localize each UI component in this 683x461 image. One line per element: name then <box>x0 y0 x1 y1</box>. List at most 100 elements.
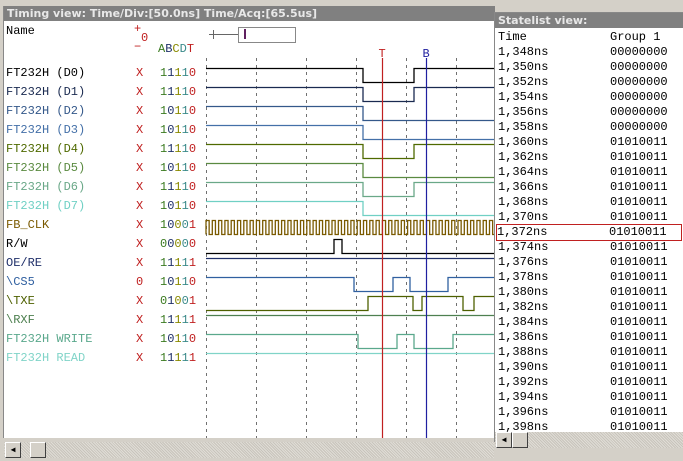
state-group-value: 01010011 <box>610 285 668 299</box>
state-time: 1,382ns <box>498 300 549 314</box>
waveform-4 <box>206 143 494 160</box>
waveform-2 <box>206 105 494 122</box>
state-group-value: 00000000 <box>610 75 668 89</box>
state-time: 1,348ns <box>498 45 549 59</box>
state-group-value: 01010011 <box>610 135 668 149</box>
state-row[interactable]: 1,352ns 00000000 <box>498 75 682 90</box>
state-row[interactable]: 1,384ns 01010011 <box>498 315 682 330</box>
state-row[interactable]: 1,388ns 01010011 <box>498 345 682 360</box>
state-time: 1,364ns <box>498 165 549 179</box>
waveform-9 <box>206 238 494 255</box>
state-group-value: 01010011 <box>610 165 668 179</box>
waveform-0 <box>206 67 494 84</box>
scroll-left-icon[interactable]: ◀ <box>5 442 21 458</box>
state-row[interactable]: 1,372ns 01010011 <box>496 224 682 241</box>
state-row[interactable]: 1,394ns 01010011 <box>498 390 682 405</box>
state-row[interactable]: 1,390ns 01010011 <box>498 360 682 375</box>
state-row[interactable]: 1,356ns 00000000 <box>498 105 682 120</box>
state-row[interactable]: 1,382ns 01010011 <box>498 300 682 315</box>
col-group-header: Group 1 <box>610 30 661 44</box>
state-time: 1,396ns <box>498 405 549 419</box>
state-time: 1,372ns <box>497 225 548 239</box>
state-row[interactable]: 1,364ns 01010011 <box>498 165 682 180</box>
state-group-value: 00000000 <box>610 105 668 119</box>
state-group-value: 00000000 <box>610 120 668 134</box>
state-time: 1,394ns <box>498 390 549 404</box>
statelist-title: Statelist view: <box>495 13 683 28</box>
state-time: 1,350ns <box>498 60 549 74</box>
waveform-5 <box>206 162 494 179</box>
state-group-value: 01010011 <box>610 195 668 209</box>
state-time: 1,374ns <box>498 240 549 254</box>
state-time: 1,368ns <box>498 195 549 209</box>
state-group-value: 00000000 <box>610 60 668 74</box>
state-group-value: 01010011 <box>610 150 668 164</box>
scroll-left-icon[interactable]: ◀ <box>496 432 512 448</box>
state-row[interactable]: 1,348ns 00000000 <box>498 45 682 60</box>
state-group-value: 01010011 <box>610 180 668 194</box>
waveform-area[interactable]: TB <box>4 6 495 438</box>
state-group-value: 01010011 <box>610 360 668 374</box>
state-row[interactable]: 1,374ns 01010011 <box>498 240 682 255</box>
statelist-view: Statelist view: Time Group 1 1,348ns 0000… <box>494 12 683 442</box>
state-time: 1,390ns <box>498 360 549 374</box>
state-time: 1,358ns <box>498 120 549 134</box>
state-time: 1,380ns <box>498 285 549 299</box>
state-group-value: 01010011 <box>610 300 668 314</box>
col-time-header: Time <box>498 30 527 44</box>
state-time: 1,366ns <box>498 180 549 194</box>
statelist-hscrollbar[interactable]: ◀ <box>495 432 683 448</box>
state-group-value: 00000000 <box>610 90 668 104</box>
waveform-11 <box>206 276 494 293</box>
state-group-value: 01010011 <box>610 210 668 224</box>
state-group-value: 01010011 <box>610 270 668 284</box>
state-time: 1,376ns <box>498 255 549 269</box>
waveform-6 <box>206 181 494 198</box>
b-cursor-label: B <box>423 47 430 61</box>
waveform-14 <box>206 333 494 350</box>
state-time: 1,388ns <box>498 345 549 359</box>
state-group-value: 00000000 <box>610 45 668 59</box>
state-group-value: 01010011 <box>610 375 668 389</box>
state-row[interactable]: 1,386ns 01010011 <box>498 330 682 345</box>
state-time: 1,386ns <box>498 330 549 344</box>
scroll-thumb[interactable] <box>30 442 46 458</box>
state-group-value: 01010011 <box>609 225 667 239</box>
state-time: 1,362ns <box>498 150 549 164</box>
state-time: 1,378ns <box>498 270 549 284</box>
state-time: 1,392ns <box>498 375 549 389</box>
state-group-value: 01010011 <box>610 405 668 419</box>
waveform-8 <box>205 219 494 236</box>
waveform-12 <box>206 295 494 312</box>
state-row[interactable]: 1,392ns 01010011 <box>498 375 682 390</box>
state-row[interactable]: 1,368ns 01010011 <box>498 195 682 210</box>
state-group-value: 01010011 <box>610 345 668 359</box>
timing-hscrollbar[interactable]: ◀ <box>4 442 494 458</box>
state-row[interactable]: 1,378ns 01010011 <box>498 270 682 285</box>
state-row[interactable]: 1,366ns 01010011 <box>498 180 682 195</box>
state-group-value: 01010011 <box>610 255 668 269</box>
state-group-value: 01010011 <box>610 315 668 329</box>
state-row[interactable]: 1,360ns 01010011 <box>498 135 682 150</box>
timing-view: Timing view: Time/Div:[50.0ns] Time/Acq:… <box>3 6 495 438</box>
state-group-value: 01010011 <box>610 330 668 344</box>
state-row[interactable]: 1,376ns 01010011 <box>498 255 682 270</box>
state-group-value: 01010011 <box>610 390 668 404</box>
state-time: 1,384ns <box>498 315 549 329</box>
state-time: 1,370ns <box>498 210 549 224</box>
state-time: 1,360ns <box>498 135 549 149</box>
state-row[interactable]: 1,350ns 00000000 <box>498 60 682 75</box>
state-row[interactable]: 1,358ns 00000000 <box>498 120 682 135</box>
scroll-thumb[interactable] <box>512 432 528 448</box>
waveform-7 <box>206 200 494 217</box>
waveform-3 <box>206 124 494 141</box>
state-row[interactable]: 1,362ns 01010011 <box>498 150 682 165</box>
t-cursor-label: T <box>379 47 386 61</box>
state-row[interactable]: 1,380ns 01010011 <box>498 285 682 300</box>
state-time: 1,356ns <box>498 105 549 119</box>
state-row[interactable]: 1,354ns 00000000 <box>498 90 682 105</box>
waveform-1 <box>206 86 494 103</box>
state-group-value: 01010011 <box>610 240 668 254</box>
state-row[interactable]: 1,370ns 01010011 <box>498 210 682 225</box>
state-row[interactable]: 1,396ns 01010011 <box>498 405 682 420</box>
